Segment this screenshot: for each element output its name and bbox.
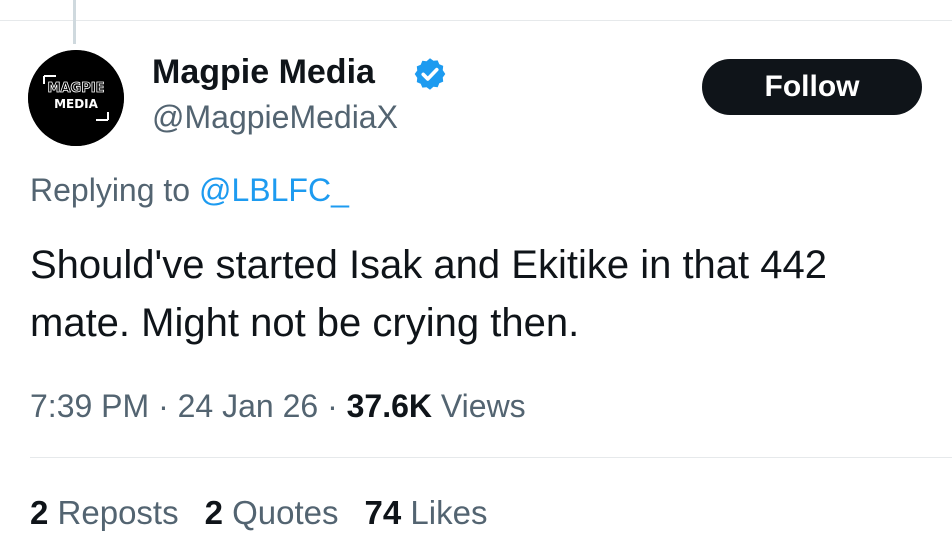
quotes-label: Quotes <box>232 494 339 531</box>
thread-connector-line <box>73 0 76 44</box>
likes-stat[interactable]: 74 Likes <box>365 494 488 531</box>
meta-separator: · <box>158 388 169 424</box>
stats-divider <box>30 457 952 458</box>
reposts-stat[interactable]: 2 Reposts <box>30 494 179 531</box>
likes-label: Likes <box>410 494 488 531</box>
tweet-text: Should've started Isak and Ekitike in th… <box>30 236 952 352</box>
tweet-text-line2: mate. Might not be crying then. <box>30 301 580 345</box>
author-display-name[interactable]: Magpie Media <box>152 52 375 92</box>
top-divider <box>0 20 952 21</box>
verified-badge-icon <box>414 58 446 90</box>
avatar-text-line2: MEDIA <box>54 97 99 111</box>
reply-mention-link[interactable]: @LBLFC_ <box>199 172 349 208</box>
replying-to-label: Replying to <box>30 172 191 208</box>
tweet-text-line1: Should've started Isak and Ekitike in th… <box>30 243 828 287</box>
author-handle[interactable]: @MagpieMediaX <box>152 98 398 136</box>
replying-to-line: Replying to @LBLFC_ <box>30 170 349 210</box>
tweet-meta: 7:39 PM · 24 Jan 26 · 37.6K Views <box>30 386 526 426</box>
views-label: Views <box>440 388 526 424</box>
tweet-date[interactable]: 24 Jan 26 <box>178 388 319 424</box>
avatar[interactable]: MAGPIE MEDIA <box>28 50 124 146</box>
reposts-label: Reposts <box>57 494 179 531</box>
avatar-text-line1: MAGPIE <box>48 81 105 96</box>
follow-button[interactable]: Follow <box>702 59 922 115</box>
engagement-stats: 2 Reposts 2 Quotes 74 Likes <box>30 492 513 534</box>
tweet-time[interactable]: 7:39 PM <box>30 388 149 424</box>
likes-count: 74 <box>364 494 402 531</box>
avatar-logo: MAGPIE MEDIA <box>28 50 124 146</box>
meta-separator: · <box>327 388 338 424</box>
views-count: 37.6K <box>346 388 432 424</box>
quotes-count: 2 <box>204 494 223 531</box>
reposts-count: 2 <box>30 494 49 531</box>
quotes-stat[interactable]: 2 Quotes <box>205 494 339 531</box>
